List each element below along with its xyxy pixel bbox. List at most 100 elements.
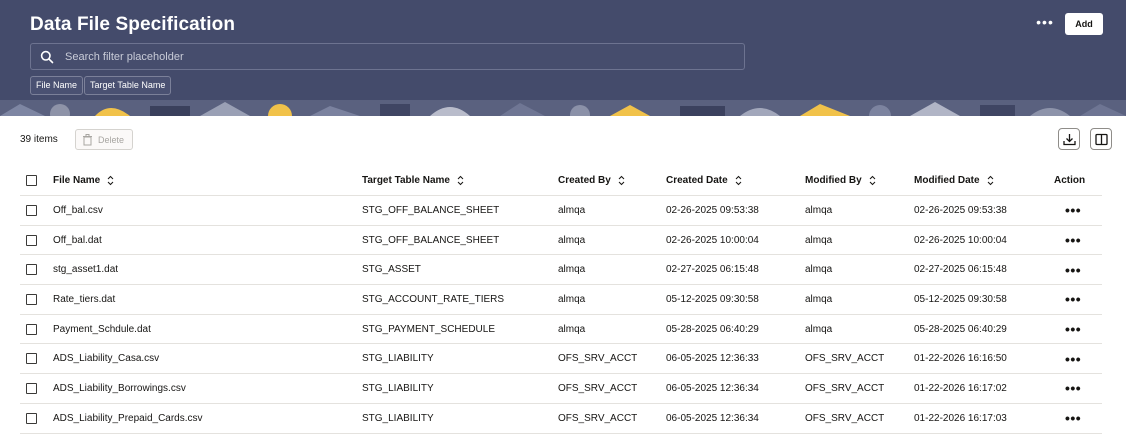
- row-action-cell: •••: [1065, 374, 1081, 403]
- download-button[interactable]: [1058, 128, 1080, 150]
- column-header-modified-date[interactable]: Modified Date: [914, 165, 994, 195]
- created-by-cell: almqa: [558, 323, 586, 335]
- more-actions-icon[interactable]: •••: [1065, 203, 1081, 217]
- row-checkbox[interactable]: [26, 264, 37, 276]
- modified-date-cell: 02-27-2025 06:15:48: [914, 264, 1007, 276]
- row-action-cell: •••: [1065, 285, 1081, 314]
- table-row[interactable]: ADS_Liability_Borrowings.csv STG_LIABILIT…: [20, 374, 1102, 404]
- row-checkbox[interactable]: [26, 234, 37, 246]
- more-actions-icon[interactable]: •••: [1065, 352, 1081, 366]
- table-row[interactable]: stg_asset1.dat STG_ASSET almqa 02-27-2025 0…: [20, 255, 1102, 286]
- target-table-cell: STG_ASSET: [362, 264, 421, 276]
- table-row[interactable]: Rate_tiers.dat STG_ACCOUNT_RATE_TIERS almq…: [20, 285, 1102, 315]
- more-actions-icon[interactable]: •••: [1065, 411, 1081, 425]
- modified-date-cell: 01-22-2026 16:16:50: [914, 353, 1007, 365]
- column-header-action: Action: [1054, 174, 1086, 186]
- created-by-cell: OFS_SRV_ACCT: [558, 353, 638, 365]
- sort-icon[interactable]: [107, 175, 114, 186]
- file-name-cell: ADS_Liability_Casa.csv: [53, 353, 160, 365]
- page-title: Data File Specification: [30, 14, 236, 35]
- modified-date-cell: 01-22-2026 16:17:03: [914, 412, 1007, 424]
- data-file-table: File Name Target Table Name Created By C…: [20, 165, 1102, 434]
- table-row[interactable]: Off_bal.csv STG_OFF_BALANCE_SHEET almqa 02-…: [20, 196, 1102, 226]
- table-row[interactable]: ADS_Liability_Prepaid_Cards.csv STG_LIABI…: [20, 404, 1102, 434]
- more-actions-icon[interactable]: •••: [1065, 292, 1081, 306]
- row-select-cell: [26, 285, 37, 314]
- created-by-cell: OFS_SRV_ACCT: [558, 382, 638, 394]
- sort-icon[interactable]: [618, 175, 625, 186]
- table-row[interactable]: ADS_Liability_Casa.csv STG_LIABILITY OFS_S…: [20, 344, 1102, 375]
- column-header-file-name[interactable]: File Name: [53, 165, 114, 195]
- row-select-cell: [26, 344, 37, 373]
- column-header-label: Modified Date: [914, 174, 980, 186]
- filter-chip-target-table-name[interactable]: Target Table Name: [84, 76, 172, 95]
- row-select-cell: [26, 196, 37, 225]
- row-checkbox[interactable]: [26, 353, 37, 365]
- more-actions-icon[interactable]: •••: [1035, 15, 1055, 32]
- row-action-cell: •••: [1065, 226, 1081, 255]
- target-table-cell: STG_OFF_BALANCE_SHEET: [362, 234, 500, 246]
- file-name-cell: ADS_Liability_Borrowings.csv: [53, 382, 186, 394]
- add-button[interactable]: Add: [1065, 13, 1103, 35]
- row-checkbox[interactable]: [26, 204, 37, 216]
- sort-icon[interactable]: [457, 175, 464, 186]
- column-header-label: Modified By: [805, 174, 862, 186]
- header-pattern: [0, 100, 1126, 116]
- select-all-cell: [26, 165, 37, 195]
- modified-date-cell: 02-26-2025 10:00:04: [914, 234, 1007, 246]
- created-date-cell: 06-05-2025 12:36:33: [666, 353, 759, 365]
- more-actions-icon[interactable]: •••: [1065, 263, 1081, 277]
- row-select-cell: [26, 255, 37, 284]
- column-header-label: Created Date: [666, 174, 728, 186]
- column-header-created-date[interactable]: Created Date: [666, 165, 742, 195]
- column-header-label: File Name: [53, 174, 101, 186]
- download-icon: [1063, 134, 1076, 146]
- target-table-cell: STG_LIABILITY: [362, 353, 434, 365]
- created-date-cell: 02-26-2025 09:53:38: [666, 204, 759, 216]
- file-name-cell: Rate_tiers.dat: [53, 293, 116, 305]
- more-actions-icon[interactable]: •••: [1065, 233, 1081, 247]
- row-checkbox[interactable]: [26, 323, 37, 335]
- delete-label: Delete: [98, 135, 125, 145]
- trash-icon: [83, 134, 92, 146]
- manage-columns-button[interactable]: [1090, 128, 1112, 150]
- table-row[interactable]: Off_bal.dat STG_OFF_BALANCE_SHEET almqa 02-…: [20, 226, 1102, 256]
- created-date-cell: 02-26-2025 10:00:04: [666, 234, 759, 246]
- row-action-cell: •••: [1065, 315, 1081, 344]
- more-actions-icon[interactable]: •••: [1065, 322, 1081, 336]
- table-row[interactable]: Payment_Schdule.dat STG_PAYMENT_SCHEDULE a…: [20, 315, 1102, 345]
- file-name-cell: ADS_Liability_Prepaid_Cards.csv: [53, 412, 203, 424]
- modified-by-cell: almqa: [805, 234, 833, 246]
- file-name-cell: Off_bal.csv: [53, 204, 103, 216]
- row-checkbox[interactable]: [26, 293, 37, 305]
- column-header-modified-by[interactable]: Modified By: [805, 165, 876, 195]
- row-checkbox[interactable]: [26, 382, 37, 394]
- row-select-cell: [26, 226, 37, 255]
- row-action-cell: •••: [1065, 196, 1081, 225]
- created-by-cell: almqa: [558, 264, 586, 276]
- row-select-cell: [26, 315, 37, 344]
- column-header-target-table-name[interactable]: Target Table Name: [362, 165, 464, 195]
- row-checkbox[interactable]: [26, 412, 37, 424]
- filter-chip-file-name[interactable]: File Name: [30, 76, 84, 95]
- modified-date-cell: 05-12-2025 09:30:58: [914, 293, 1007, 305]
- modified-date-cell: 02-26-2025 09:53:38: [914, 204, 1007, 216]
- sort-icon[interactable]: [735, 175, 742, 186]
- sort-icon[interactable]: [987, 175, 994, 186]
- search-input[interactable]: [65, 44, 735, 69]
- search-field[interactable]: [30, 43, 745, 70]
- modified-by-cell: almqa: [805, 204, 833, 216]
- search-icon: [40, 50, 54, 64]
- created-by-cell: almqa: [558, 204, 586, 216]
- select-all-checkbox[interactable]: [26, 174, 37, 186]
- sort-icon[interactable]: [869, 175, 876, 186]
- delete-button[interactable]: Delete: [75, 129, 133, 150]
- more-actions-icon[interactable]: •••: [1065, 381, 1081, 395]
- target-table-cell: STG_ACCOUNT_RATE_TIERS: [362, 293, 505, 305]
- created-date-cell: 05-12-2025 09:30:58: [666, 293, 759, 305]
- modified-by-cell: almqa: [805, 323, 833, 335]
- row-action-cell: •••: [1065, 404, 1081, 433]
- column-header-label: Created By: [558, 174, 611, 186]
- column-header-created-by[interactable]: Created By: [558, 165, 625, 195]
- created-date-cell: 02-27-2025 06:15:48: [666, 264, 759, 276]
